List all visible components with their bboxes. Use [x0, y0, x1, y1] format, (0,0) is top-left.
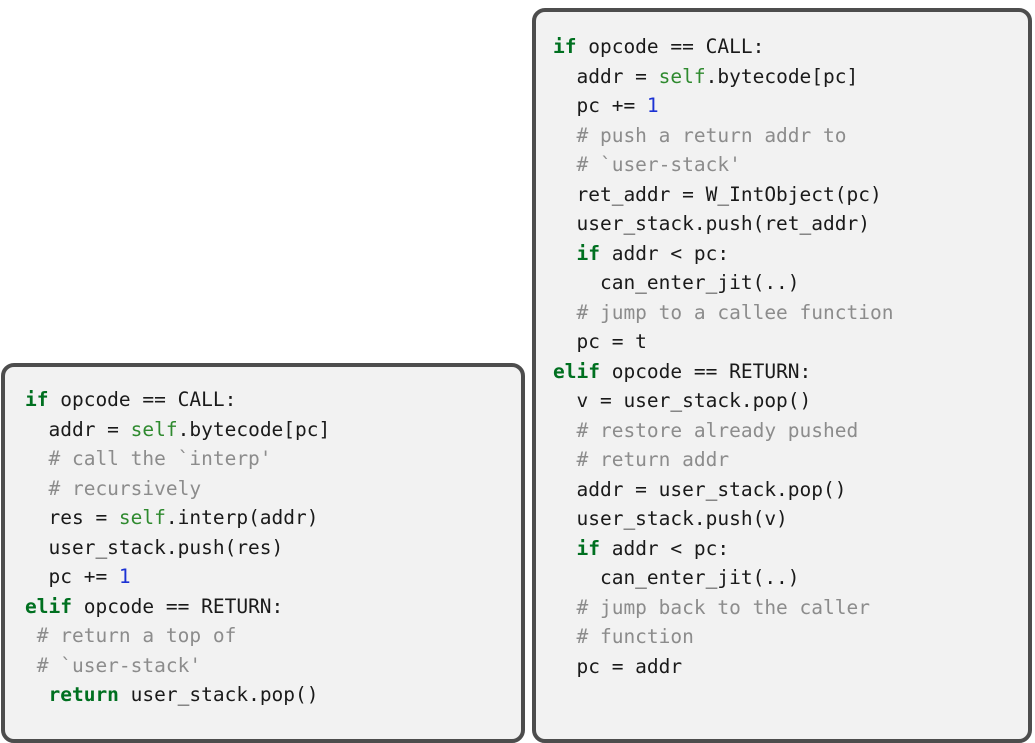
code-token-keyword: elif	[25, 594, 72, 618]
code-token-self: self	[118, 506, 166, 529]
code-token-text: opcode == CALL:	[48, 388, 237, 411]
code-token-comment: # function	[553, 625, 694, 648]
code-token-keyword: if	[576, 536, 600, 560]
code-line: addr = self.bytecode[pc]	[553, 62, 1028, 92]
code-token-text: addr = user_stack.pop()	[553, 477, 847, 501]
code-panel-left: if opcode == CALL: addr = self.bytecode[…	[1, 363, 525, 743]
code-token-number: 1	[118, 565, 131, 588]
code-panel-right: if opcode == CALL: addr = self.bytecode[…	[532, 8, 1032, 743]
code-line: if opcode == CALL:	[25, 385, 521, 415]
code-token-comment: # push a return addr to	[553, 123, 847, 147]
code-token-text: can_enter_jit(..)	[553, 566, 800, 589]
code-token-comment: # jump to a callee function	[553, 300, 894, 324]
code-token-number: 1	[646, 94, 659, 117]
code-line: user_stack.push(ret_addr)	[553, 209, 1028, 239]
code-token-text: pc +=	[25, 565, 119, 588]
code-token-text: ret_addr = W_IntObject(pc)	[553, 182, 882, 206]
code-line: if opcode == CALL:	[553, 32, 1028, 62]
code-token-text: pc = addr	[553, 654, 683, 678]
code-line: v = user_stack.pop()	[553, 386, 1028, 416]
code-token-text: res =	[25, 506, 119, 529]
code-token-comment: # return a top of	[25, 624, 237, 647]
code-line: # `user-stack'	[25, 651, 521, 681]
code-line: can_enter_jit(..)	[553, 563, 1028, 593]
code-token-self: self	[658, 64, 706, 88]
code-token-text: .bytecode[pc]	[177, 417, 331, 441]
code-token-comment: # call the `interp'	[25, 447, 272, 470]
code-token-text: user_stack.pop()	[118, 683, 319, 706]
code-token-comment: # `user-stack'	[25, 653, 202, 677]
code-token-text: .interp(addr)	[165, 506, 319, 529]
code-line: # `user-stack'	[553, 150, 1028, 180]
code-line: can_enter_jit(..)	[553, 268, 1028, 298]
code-line: if addr < pc:	[553, 239, 1028, 269]
code-line: user_stack.push(res)	[25, 533, 521, 563]
code-token-text: user_stack.push(v)	[553, 507, 788, 530]
code-token-text: v = user_stack.pop()	[553, 389, 812, 412]
code-line: # call the `interp'	[25, 444, 521, 474]
code-line: pc = t	[553, 327, 1028, 357]
code-line: elif opcode == RETURN:	[25, 592, 521, 622]
code-line: addr = user_stack.pop()	[553, 475, 1028, 505]
code-line: pc += 1	[25, 562, 521, 592]
code-line: ret_addr = W_IntObject(pc)	[553, 180, 1028, 210]
code-token-text: pc = t	[553, 330, 647, 353]
code-line: # jump back to the caller	[553, 593, 1028, 623]
code-line: pc = addr	[553, 652, 1028, 682]
code-token-keyword: if	[553, 35, 577, 58]
code-token-text: opcode == RETURN:	[71, 594, 284, 618]
code-token-text: user_stack.push(ret_addr)	[553, 212, 870, 235]
code-line: res = self.interp(addr)	[25, 503, 521, 533]
code-line: pc += 1	[553, 91, 1028, 121]
code-token-keyword: if	[25, 388, 49, 411]
code-token-text: pc +=	[553, 94, 647, 117]
code-token-keyword: if	[576, 241, 600, 265]
code-line: elif opcode == RETURN:	[553, 357, 1028, 387]
code-line: addr = self.bytecode[pc]	[25, 415, 521, 445]
code-line: if addr < pc:	[553, 534, 1028, 564]
code-line: # jump to a callee function	[553, 298, 1028, 328]
code-line: # return a top of	[25, 621, 521, 651]
code-token-self: self	[130, 417, 178, 441]
code-token-comment: # restore already pushed	[553, 418, 859, 442]
code-token-text: opcode == CALL:	[576, 35, 765, 58]
code-token-text: addr =	[25, 417, 131, 441]
code-line: # push a return addr to	[553, 121, 1028, 151]
code-token-keyword: elif	[553, 359, 600, 383]
code-token-text: can_enter_jit(..)	[553, 271, 800, 294]
code-token-keyword: return	[48, 683, 119, 706]
code-token-text: user_stack.push(res)	[25, 535, 284, 559]
code-line: # recursively	[25, 474, 521, 504]
code-line: return user_stack.pop()	[25, 680, 521, 710]
code-token-text: addr =	[553, 64, 659, 88]
code-token-text: opcode == RETURN:	[599, 359, 812, 383]
code-line: # return addr	[553, 445, 1028, 475]
code-token-comment: # recursively	[25, 476, 202, 500]
code-token-text: addr < pc:	[599, 241, 730, 265]
code-token-text: .bytecode[pc]	[705, 64, 859, 88]
code-line: user_stack.push(v)	[553, 504, 1028, 534]
code-line: # function	[553, 622, 1028, 652]
code-token-comment: # jump back to the caller	[553, 595, 870, 619]
code-line: # restore already pushed	[553, 416, 1028, 446]
code-token-comment: # return addr	[553, 448, 730, 471]
code-token-text: addr < pc:	[599, 536, 730, 560]
code-token-comment: # `user-stack'	[553, 153, 741, 176]
